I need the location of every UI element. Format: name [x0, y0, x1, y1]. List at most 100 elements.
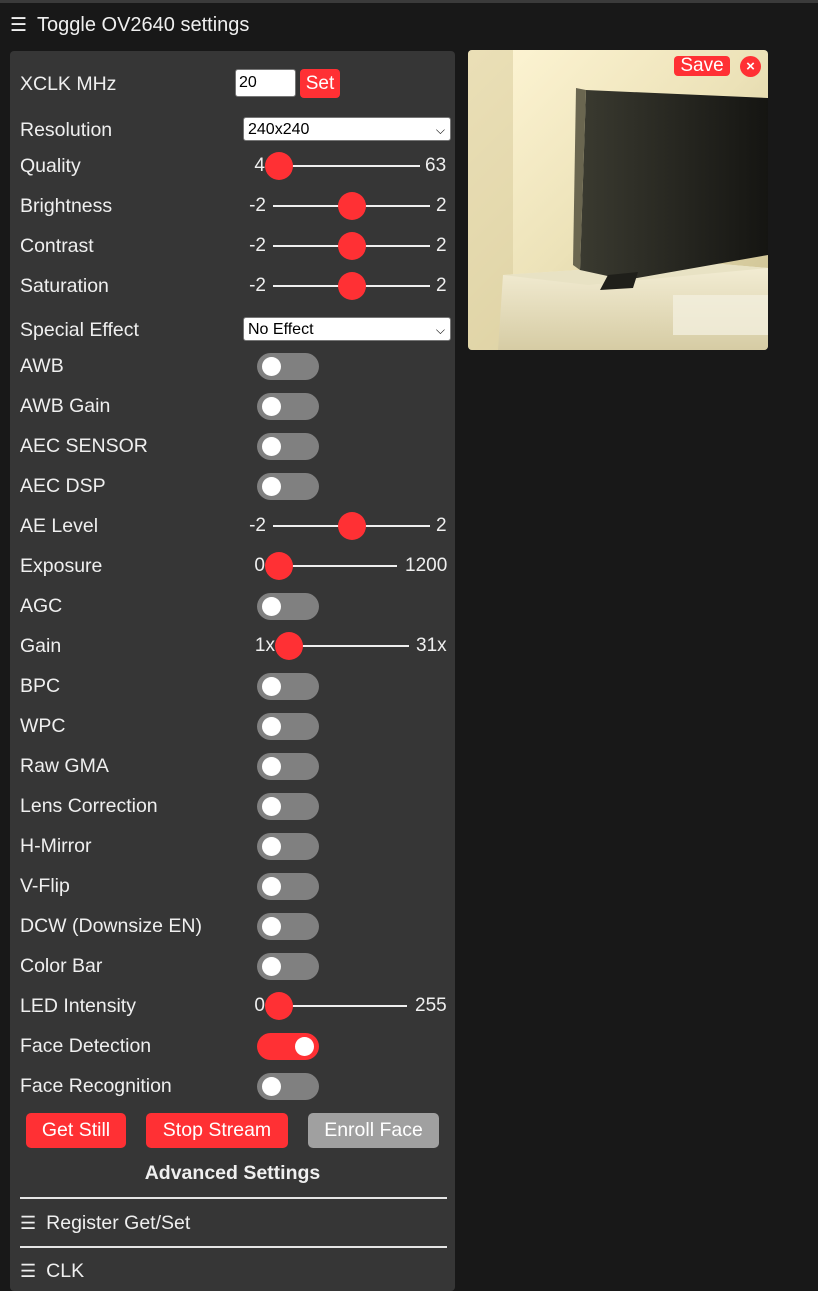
slider-thumb[interactable]	[265, 992, 293, 1020]
slider-track	[272, 165, 420, 167]
toggle-knob	[262, 357, 281, 376]
saturation-row: Saturation -2 2	[20, 269, 447, 309]
slider-min: -2	[249, 235, 266, 256]
quality-row: Quality 4 63	[20, 149, 446, 189]
contrast-row: Contrast -2 2	[20, 229, 447, 269]
resolution-select[interactable]: 240x240 ⌵	[243, 117, 451, 141]
slider-max: 2	[436, 515, 447, 536]
slider-thumb[interactable]	[337, 232, 366, 260]
contrast-label: Contrast	[20, 235, 94, 257]
stand-drawer	[673, 295, 768, 335]
awb-toggle[interactable]	[257, 353, 319, 380]
special-effect-row: Special Effect No Effect ⌵	[20, 313, 451, 353]
slider-min: 0	[254, 555, 265, 576]
v-flip-row: V-Flip	[20, 869, 445, 909]
resolution-row: Resolution 240x240 ⌵	[20, 113, 451, 153]
slider-thumb[interactable]	[275, 632, 303, 660]
color-bar-label: Color Bar	[20, 955, 103, 977]
special-effect-value: No Effect	[248, 321, 314, 338]
camera-frame	[468, 50, 768, 350]
lens-correction-toggle[interactable]	[257, 793, 319, 820]
save-button[interactable]: Save	[674, 56, 730, 76]
toggle-knob	[262, 957, 281, 976]
toggle-knob	[262, 677, 281, 696]
slider-thumb[interactable]	[337, 512, 366, 540]
ae-level-label: AE Level	[20, 515, 99, 537]
dcw-row: DCW (Downsize EN)	[20, 909, 445, 949]
awb-gain-label: AWB Gain	[20, 395, 111, 417]
aec-dsp-label: AEC DSP	[20, 475, 106, 497]
slider-min: 0	[254, 995, 265, 1016]
v-flip-toggle[interactable]	[257, 873, 319, 900]
slider-min: 1x	[254, 635, 275, 656]
ae-level-row: AE Level -2 2	[20, 509, 447, 549]
special-effect-label: Special Effect	[20, 319, 139, 341]
face-detection-label: Face Detection	[20, 1035, 152, 1057]
settings-panel: XCLK MHz 20 Set Resolution 240x240 ⌵ Qua…	[10, 51, 455, 1291]
raw-gma-row: Raw GMA	[20, 749, 445, 789]
chevron-down-icon: ⌵	[435, 323, 445, 337]
slider-thumb[interactable]	[265, 552, 293, 580]
bpc-toggle[interactable]	[257, 673, 319, 700]
hamburger-icon: ☰	[10, 15, 28, 36]
quality-label: Quality	[20, 155, 81, 177]
dcw-label: DCW (Downsize EN)	[20, 915, 203, 937]
face-detection-row: Face Detection	[20, 1029, 445, 1069]
agc-row: AGC	[20, 589, 445, 629]
raw-gma-toggle[interactable]	[257, 753, 319, 780]
bpc-label: BPC	[20, 675, 61, 697]
agc-toggle[interactable]	[257, 593, 319, 620]
awb-gain-toggle[interactable]	[257, 393, 319, 420]
slider-thumb[interactable]	[337, 192, 366, 220]
brightness-row: Brightness -2 2	[20, 189, 447, 229]
settings-toggle[interactable]: ☰ Toggle OV2640 settings	[10, 14, 249, 37]
register-get-set-label: Register Get/Set	[46, 1212, 191, 1234]
slider-min: -2	[249, 515, 266, 536]
dcw-toggle[interactable]	[257, 913, 319, 940]
face-recognition-toggle[interactable]	[257, 1073, 319, 1100]
lens-correction-label: Lens Correction	[20, 795, 158, 817]
color-bar-row: Color Bar	[20, 949, 445, 989]
xclk-set-button[interactable]: Set	[300, 69, 340, 98]
h-mirror-row: H-Mirror	[20, 829, 445, 869]
raw-gma-label: Raw GMA	[20, 755, 109, 777]
slider-max: 2	[436, 235, 447, 256]
hamburger-icon: ☰	[20, 1213, 37, 1233]
slider-thumb[interactable]	[337, 272, 366, 300]
slider-max: 2	[436, 275, 447, 296]
slider-max: 1200	[405, 555, 448, 576]
brightness-label: Brightness	[20, 195, 113, 217]
stop-stream-button[interactable]: Stop Stream	[146, 1113, 288, 1148]
xclk-input[interactable]: 20	[235, 69, 296, 97]
wpc-label: WPC	[20, 715, 66, 737]
toggle-knob	[262, 477, 281, 496]
aec-dsp-toggle[interactable]	[257, 473, 319, 500]
slider-min: -2	[249, 275, 266, 296]
lens-correction-row: Lens Correction	[20, 789, 445, 829]
slider-max: 31x	[416, 635, 447, 656]
h-mirror-toggle[interactable]	[257, 833, 319, 860]
close-icon[interactable]: ×	[740, 56, 761, 77]
xclk-label: XCLK MHz	[20, 73, 117, 95]
wpc-toggle[interactable]	[257, 713, 319, 740]
aec-dsp-row: AEC DSP	[20, 469, 445, 509]
led-intensity-label: LED Intensity	[20, 995, 136, 1017]
wpc-row: WPC	[20, 709, 445, 749]
register-get-set-toggle[interactable]: ☰ Register Get/Set	[20, 1212, 190, 1235]
toggle-knob	[262, 877, 281, 896]
toggle-knob	[262, 837, 281, 856]
face-detection-toggle[interactable]	[257, 1033, 319, 1060]
get-still-button[interactable]: Get Still	[26, 1113, 126, 1148]
bpc-row: BPC	[20, 669, 445, 709]
aec-sensor-toggle[interactable]	[257, 433, 319, 460]
special-effect-select[interactable]: No Effect ⌵	[243, 317, 451, 341]
enroll-face-button[interactable]: Enroll Face	[308, 1113, 439, 1148]
toggle-knob	[262, 437, 281, 456]
slider-thumb[interactable]	[265, 152, 293, 180]
h-mirror-label: H-Mirror	[20, 835, 92, 857]
divider	[20, 1246, 447, 1248]
top-border	[0, 0, 818, 3]
color-bar-toggle[interactable]	[257, 953, 319, 980]
toggle-knob	[262, 917, 281, 936]
resolution-value: 240x240	[248, 121, 310, 138]
